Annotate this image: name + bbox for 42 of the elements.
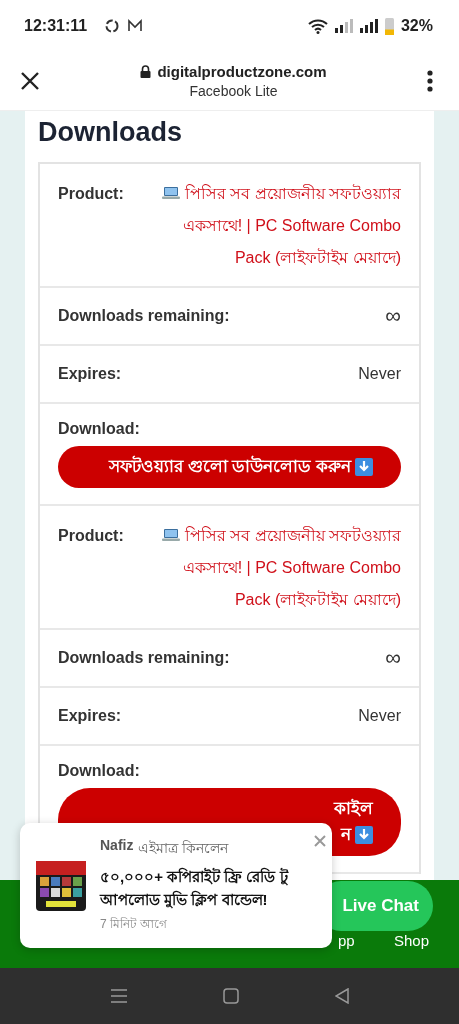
row-value: Never [358, 707, 401, 725]
app-name: Facebook Lite [189, 83, 278, 99]
download-button[interactable]: সফটওয়্যার গুলো ডাউনলোড করুন [58, 446, 401, 488]
back-icon[interactable] [334, 988, 349, 1004]
buyer-name: Nafiz [100, 836, 134, 855]
product-link[interactable]: পিসির সব প্রয়োজনীয় সফটওয়্যার একসাথে! | PC Software Combo Pack (লাইফটাইম মেয়াদে) [151, 178, 401, 274]
row-value: ∞ [385, 303, 401, 329]
menu-icon[interactable] [110, 989, 127, 1003]
sync-icon [104, 18, 121, 34]
row-label: Expires: [58, 707, 122, 725]
page-domain: digitalproductzone.com [157, 63, 327, 80]
row-label: Expires: [58, 365, 122, 383]
home-icon[interactable] [222, 988, 239, 1004]
row-label: Download: [58, 420, 141, 438]
close-icon[interactable] [20, 71, 40, 91]
status-time: 12:31:11 [24, 17, 88, 35]
battery-icon [384, 17, 394, 35]
product-link[interactable]: পিসির সব প্রয়োজনীয় সফটওয়্যার একসাথে! | PC Software Combo Pack (লাইফটাইম মেয়াদে) [151, 520, 401, 616]
download-icon [355, 826, 373, 844]
purchase-time: 7 মিনিট আগে [100, 915, 169, 933]
laptop-icon [161, 186, 180, 200]
more-icon[interactable] [427, 70, 433, 92]
mail-icon [127, 19, 144, 33]
page-heading: Downloads [38, 116, 183, 149]
wifi-icon [307, 18, 328, 34]
signal-icon [334, 19, 353, 33]
download-icon [355, 458, 373, 476]
lock-icon [140, 65, 152, 78]
row-value: Never [358, 365, 401, 383]
laptop-icon [161, 528, 180, 542]
row-label: Downloads remaining: [58, 649, 230, 667]
row-value: ∞ [385, 645, 401, 671]
purchase-action: এইমাত্র কিনলেন [138, 838, 229, 858]
product-title[interactable]: ৫০,০০০+ কপিরাইট ফ্রি রেডি টু আপলোড মুভি ক্লিপ বান্ডেল! [100, 864, 302, 911]
battery-percent: 32% [400, 17, 433, 35]
row-label: Product: [58, 184, 124, 204]
bottom-bar-item[interactable]: pp [338, 932, 355, 949]
row-label: Downloads remaining: [58, 307, 230, 325]
signal-icon [359, 19, 378, 33]
bottom-bar-item[interactable]: Shop [394, 932, 430, 949]
row-label: Download: [58, 762, 141, 780]
row-label: Product: [58, 526, 124, 546]
